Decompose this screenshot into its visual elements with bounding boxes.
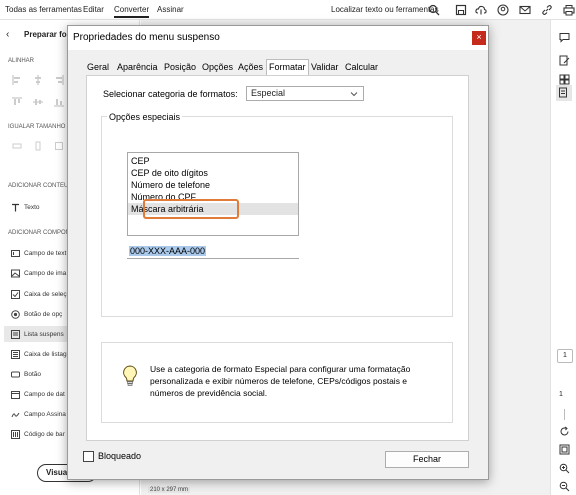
align-top-icon[interactable] xyxy=(12,97,22,107)
image-field-icon xyxy=(11,269,20,278)
menu-sign[interactable]: Assinar xyxy=(157,5,184,14)
special-format-list[interactable]: CEP CEP de oito dígitos Número de telefo… xyxy=(127,152,299,236)
top-toolbar: Todas as ferramentas Editar Converter As… xyxy=(0,0,576,20)
format-tab-panel: Selecionar categoria de formatos: Especi… xyxy=(86,75,469,441)
save-icon[interactable] xyxy=(455,4,467,16)
tab-calculate[interactable]: Calcular xyxy=(344,61,379,73)
tip-box: Use a categoria de formato Especial para… xyxy=(101,342,453,423)
account-icon[interactable] xyxy=(497,4,509,16)
date-field-icon xyxy=(11,390,20,399)
list-item[interactable]: CEP de oito dígitos xyxy=(128,167,298,179)
mask-input-value: 000-XXX-AAA-000 xyxy=(129,246,207,256)
prepare-form-icon[interactable] xyxy=(556,85,572,101)
align-bottom-icon[interactable] xyxy=(54,97,64,107)
close-icon[interactable]: × xyxy=(472,31,486,45)
match-width-icon[interactable] xyxy=(12,141,22,151)
component-button[interactable]: Botão xyxy=(24,371,41,378)
page-number-input[interactable]: 1 xyxy=(557,349,573,363)
component-date-field[interactable]: Campo de dat xyxy=(24,391,65,398)
divider-icon xyxy=(559,409,570,420)
component-barcode[interactable]: Código de bar xyxy=(24,431,65,438)
text-tool-icon xyxy=(11,203,20,212)
locked-checkbox[interactable] xyxy=(83,451,94,462)
section-add-components: ADICIONAR COMPONE xyxy=(8,230,75,236)
align-center-icon[interactable] xyxy=(33,75,43,85)
close-button[interactable]: Fechar xyxy=(385,451,469,468)
menu-convert[interactable]: Converter xyxy=(114,5,150,18)
component-checkbox[interactable]: Caixa de seleç xyxy=(24,291,67,298)
print-icon[interactable] xyxy=(563,4,575,16)
panel-title: Preparar for xyxy=(24,30,70,39)
find-text-label[interactable]: Localizar texto ou ferramentas xyxy=(331,5,439,14)
tab-position[interactable]: Posição xyxy=(163,61,197,73)
tab-general[interactable]: Geral xyxy=(86,61,110,73)
component-dropdown-list[interactable]: Lista suspens xyxy=(24,331,64,338)
radio-button-icon xyxy=(11,310,20,319)
rotate-icon[interactable] xyxy=(559,426,570,437)
right-panel: 1 xyxy=(550,20,576,495)
component-text-field[interactable]: Campo de text xyxy=(24,250,66,257)
tab-format[interactable]: Formatar xyxy=(266,59,309,75)
locked-label: Bloqueado xyxy=(98,451,142,461)
list-item[interactable]: CEP xyxy=(128,155,298,167)
cloud-upload-icon[interactable] xyxy=(475,4,487,16)
email-icon[interactable] xyxy=(519,4,531,16)
menu-all-tools[interactable]: Todas as ferramentas xyxy=(5,5,82,14)
dropdown-list-icon xyxy=(11,330,20,339)
list-item[interactable]: Número de telefone xyxy=(128,179,298,191)
zoom-out-icon[interactable] xyxy=(559,481,570,492)
align-left-icon[interactable] xyxy=(12,75,22,85)
format-category-label: Selecionar categoria de formatos: xyxy=(103,89,238,99)
component-list-box[interactable]: Caixa de listag xyxy=(24,351,67,358)
signature-field-icon xyxy=(11,410,20,419)
button-icon xyxy=(11,370,20,379)
align-right-icon[interactable] xyxy=(54,75,64,85)
align-middle-icon[interactable] xyxy=(33,97,43,107)
tab-appearance[interactable]: Aparência xyxy=(116,61,159,73)
barcode-icon xyxy=(11,430,20,439)
section-align: ALINHAR xyxy=(8,58,35,64)
page-total: 1 xyxy=(559,391,563,398)
tab-validate[interactable]: Validar xyxy=(310,61,339,73)
match-height-icon[interactable] xyxy=(33,141,43,151)
menu-edit[interactable]: Editar xyxy=(83,5,104,14)
section-same-size: IGUALAR TAMANHO xyxy=(8,124,66,130)
tip-text: Use a categoria de formato Especial para… xyxy=(150,364,411,398)
text-field-icon xyxy=(11,249,20,258)
checkbox-icon xyxy=(11,290,20,299)
link-icon[interactable] xyxy=(541,4,553,16)
match-both-icon[interactable] xyxy=(54,141,64,151)
callout-highlight-box xyxy=(143,199,239,219)
edit-pdf-icon[interactable] xyxy=(559,55,570,66)
component-image-field[interactable]: Campo de ima xyxy=(24,270,66,277)
component-signature-field[interactable]: Campo Assina xyxy=(24,411,66,418)
format-category-select[interactable]: Especial xyxy=(246,86,364,101)
chevron-down-icon xyxy=(350,90,358,98)
zoom-in-icon[interactable] xyxy=(559,463,570,474)
lightbulb-icon xyxy=(122,365,138,387)
organize-pages-icon[interactable] xyxy=(559,74,570,85)
tab-actions[interactable]: Ações xyxy=(237,61,264,73)
dropdown-properties-dialog: Propriedades do menu suspenso × Geral Ap… xyxy=(67,25,489,480)
fit-page-icon[interactable] xyxy=(559,444,570,455)
comment-icon[interactable] xyxy=(559,32,570,43)
format-category-value: Especial xyxy=(251,88,286,98)
dialog-titlebar[interactable]: Propriedades do menu suspenso × xyxy=(68,26,488,50)
back-arrow-icon[interactable]: ‹ xyxy=(6,29,9,40)
dialog-title: Propriedades do menu suspenso xyxy=(73,32,220,43)
page-size-label: 210 x 297 mm xyxy=(148,487,191,493)
mask-input[interactable]: 000-XXX-AAA-000 xyxy=(127,244,299,259)
component-radio-button[interactable]: Botão de opç xyxy=(24,311,62,318)
add-text-item[interactable]: Texto xyxy=(24,204,40,211)
special-options-label: Opções especiais xyxy=(107,112,183,122)
search-icon[interactable] xyxy=(428,4,440,16)
list-box-icon xyxy=(11,350,20,359)
tab-options[interactable]: Opções xyxy=(201,61,234,73)
